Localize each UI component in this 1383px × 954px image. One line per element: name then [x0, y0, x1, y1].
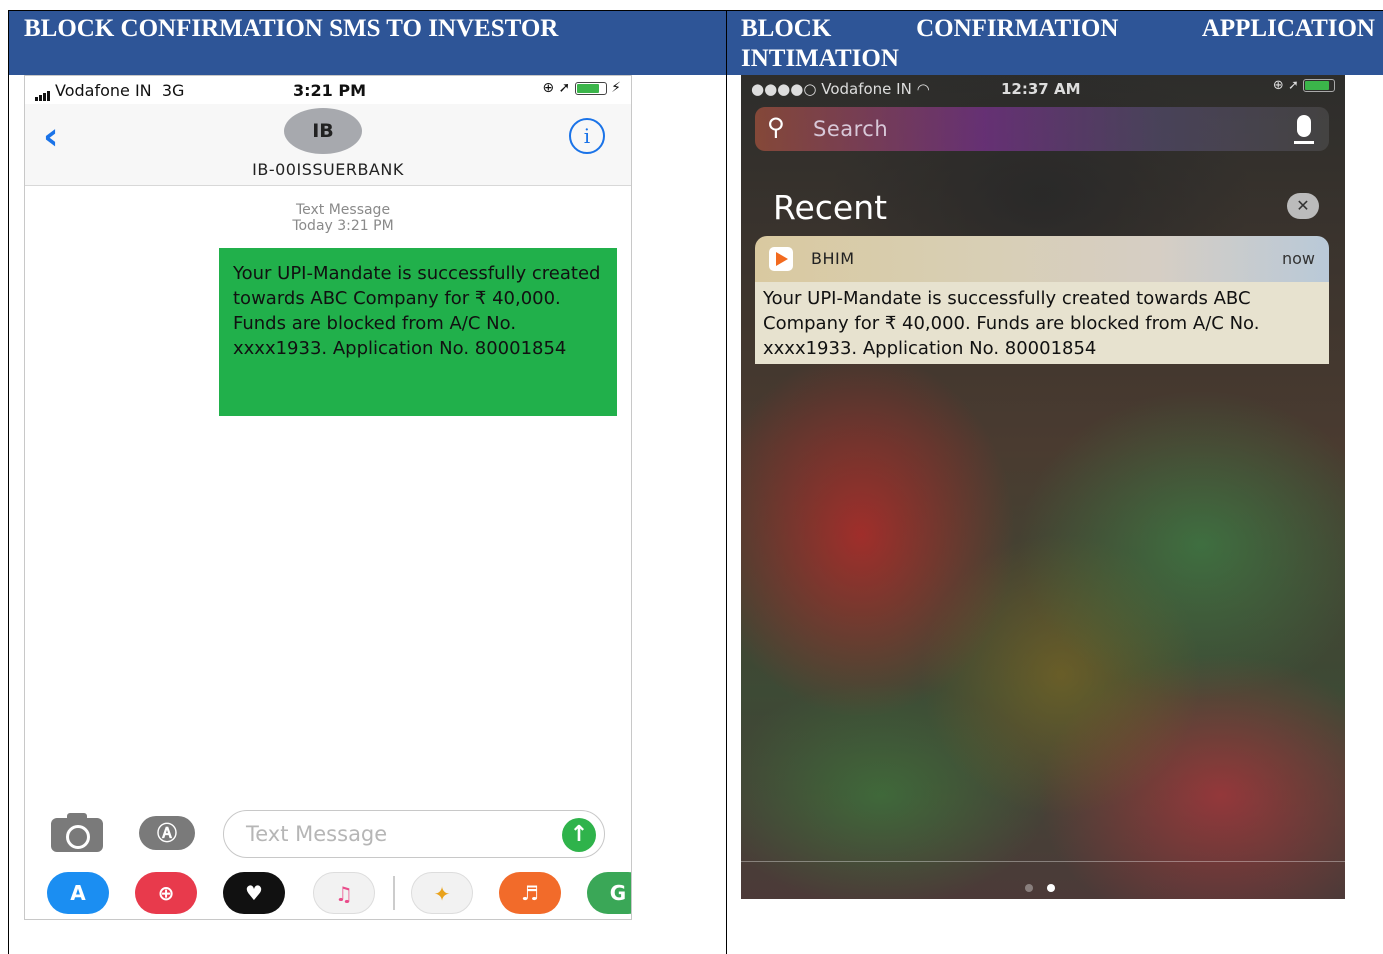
composer-bar: Ⓐ Text Message ↑: [25, 806, 631, 866]
network-type: 3G: [161, 81, 185, 100]
notification-card[interactable]: BHIM now Your UPI-Mandate is successfull…: [755, 236, 1329, 364]
lock-rotation-icon: ⊕: [1272, 78, 1284, 93]
header-sms: BLOCK CONFIRMATION SMS TO INVESTOR: [8, 10, 726, 75]
status-bar: Vodafone IN 3G 3:21 PM ⊕ ➚ ⚡: [25, 76, 631, 104]
search-placeholder: Search: [813, 117, 889, 141]
guitar-app-icon[interactable]: ♬: [499, 872, 561, 914]
status-time: 3:21 PM: [293, 81, 367, 100]
message-type-label: Text Message: [295, 202, 391, 218]
maps-app-icon[interactable]: G: [587, 872, 631, 914]
message-bubble[interactable]: Your UPI-Mandate is successfully created…: [219, 248, 617, 416]
notification-app-name: BHIM: [811, 249, 855, 268]
signal-dots-icon: ●●●●○: [751, 80, 822, 98]
lock-rotation-icon: ⊕: [542, 80, 555, 96]
carrier-name: Vodafone IN: [55, 81, 152, 100]
status-time: 12:37 AM: [1001, 80, 1081, 98]
charging-icon: ⚡: [611, 80, 621, 96]
avatar[interactable]: IB: [284, 108, 362, 154]
section-title: Recent: [773, 188, 888, 227]
notification-body: Your UPI-Mandate is successfully created…: [755, 282, 1329, 364]
notification-header: BHIM now: [755, 236, 1329, 282]
table-border-left: [8, 10, 9, 954]
page-dot-inactive: [1025, 884, 1033, 892]
location-icon: ➚: [1287, 78, 1299, 93]
camera-icon[interactable]: [51, 813, 103, 852]
conversation-header: ‹ IB IB-00ISSUERBANK i: [25, 104, 631, 186]
chevron-left-icon[interactable]: ‹: [43, 114, 59, 158]
bhim-app-icon: [769, 247, 793, 271]
message-timestamp: Today 3:21 PM: [292, 218, 394, 234]
dock-divider: [393, 876, 395, 910]
digital-touch-app-icon[interactable]: ♥: [223, 872, 285, 914]
page-indicator: [1025, 877, 1069, 896]
battery-icon: [574, 81, 607, 95]
bottom-divider: [741, 861, 1345, 862]
music-app-icon[interactable]: ♫: [313, 872, 375, 914]
app-store-app-icon[interactable]: A: [47, 872, 109, 914]
send-arrow-icon[interactable]: ↑: [562, 818, 596, 852]
header-intimation: BLOCK CONFIRMATION APPLICATION INTIMATIO…: [727, 10, 1383, 75]
sms-screenshot: Vodafone IN 3G 3:21 PM ⊕ ➚ ⚡ ‹ IB IB-00I…: [24, 75, 632, 920]
message-input-placeholder: Text Message: [246, 822, 388, 846]
page-dot-active: [1047, 884, 1055, 892]
contact-name[interactable]: IB-00ISSUERBANK: [25, 160, 631, 179]
message-meta: Text Message Today 3:21 PM: [25, 202, 631, 234]
location-icon: ➚: [558, 80, 571, 96]
wifi-icon: ◠: [916, 80, 930, 98]
notification-time: now: [1281, 249, 1315, 268]
lock-screen-screenshot: ●●●●○ Vodafone IN ◠ 12:37 AM ⊕ ➚ ⚲ Searc…: [741, 75, 1345, 899]
message-input[interactable]: Text Message ↑: [223, 810, 605, 858]
signal-icon: [35, 82, 51, 101]
table-column-divider: [726, 10, 727, 954]
table-border-top: [8, 10, 1383, 11]
battery-icon: [1303, 79, 1335, 92]
clear-icon[interactable]: ✕: [1287, 193, 1319, 219]
photos-app-icon[interactable]: ✦: [411, 872, 473, 914]
search-bar[interactable]: ⚲ Search: [755, 107, 1329, 151]
status-bar: ●●●●○ Vodafone IN ◠ 12:37 AM ⊕ ➚: [741, 75, 1345, 103]
info-icon[interactable]: i: [569, 118, 605, 154]
image-search-app-icon[interactable]: ⊕: [135, 872, 197, 914]
app-store-icon[interactable]: Ⓐ: [139, 816, 195, 850]
microphone-icon[interactable]: [1294, 115, 1314, 144]
search-icon: ⚲: [767, 113, 785, 141]
carrier-name: Vodafone IN: [821, 80, 912, 98]
imessage-app-drawer: A ⊕ ♥ ♫ ✦ ♬ G: [25, 866, 631, 919]
